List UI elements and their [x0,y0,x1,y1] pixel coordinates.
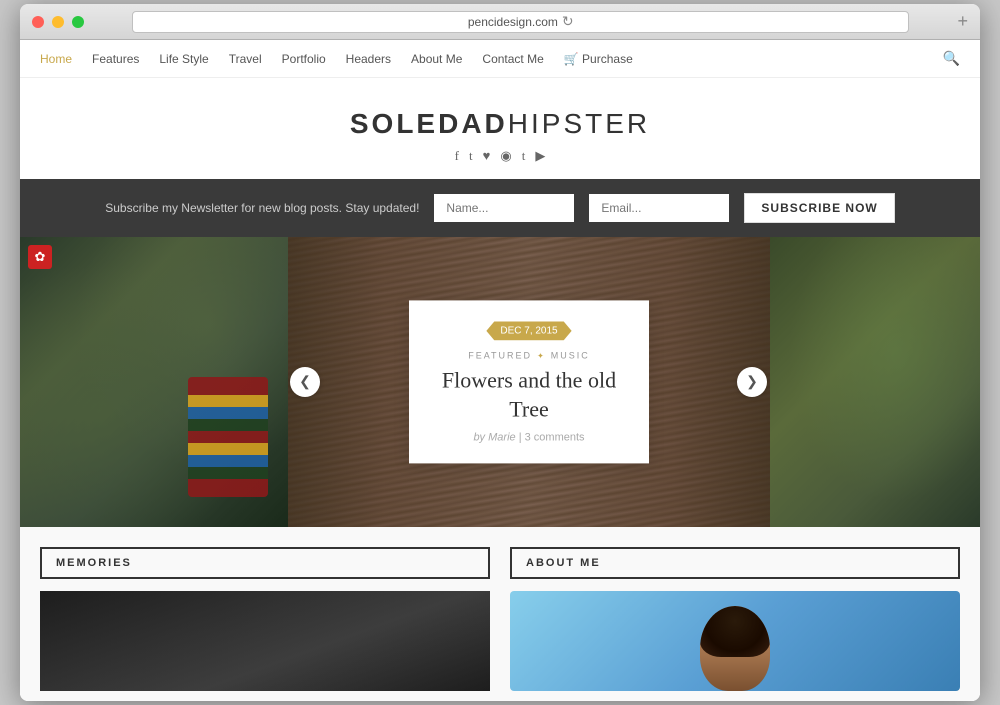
memories-column: MEMORIES [40,547,500,691]
newsletter-email-input[interactable] [589,194,729,222]
post-meta: by Marie | 3 comments [439,432,619,444]
search-icon[interactable]: 🔍 [943,50,960,67]
social-icons-bar: f t ♥ ◉ t ▶ [40,148,960,164]
logo-part2: HIPSTER [508,108,650,139]
refresh-icon[interactable]: ↻ [562,13,574,30]
close-button[interactable] [32,16,44,28]
post-title[interactable]: Flowers and the old Tree [439,366,619,423]
logo-part1: SOLEDAD [350,108,508,139]
slider-prev-button[interactable]: ❮ [290,367,320,397]
hero-slider: ✿ DEC 7, 2015 FEATURED ✦ MUSIC F [20,237,980,527]
social-tumblr-icon[interactable]: t [522,148,526,164]
minimize-button[interactable] [52,16,64,28]
nav-home[interactable]: Home [40,52,72,66]
post-date-badge: DEC 7, 2015 [486,321,571,340]
slide-panel-left [20,237,288,527]
url-text: pencidesign.com [468,15,558,29]
category-featured[interactable]: FEATURED [468,350,532,360]
bottom-section: MEMORIES ABOUT ME [20,527,980,701]
nav-purchase[interactable]: 🛒 Purchase [564,52,633,66]
gear-icon[interactable]: ✿ [28,245,52,269]
newsletter-name-input[interactable] [434,194,574,222]
newsletter-subscribe-button[interactable]: SUBSCRIBE NOW [744,193,894,223]
nav-lifestyle[interactable]: Life Style [159,52,208,66]
site-header: SOLEDADHIPSTER f t ♥ ◉ t ▶ [20,78,980,179]
newsletter-text: Subscribe my Newsletter for new blog pos… [105,201,419,215]
category-music[interactable]: MUSIC [551,350,590,360]
nav-portfolio[interactable]: Portfolio [282,52,326,66]
about-person [700,606,770,691]
new-tab-button[interactable]: + [957,11,968,32]
about-me-section-header: ABOUT ME [510,547,960,579]
social-facebook-icon[interactable]: f [455,148,459,164]
social-instagram-icon[interactable]: ♥ [483,148,491,164]
nav-features[interactable]: Features [92,52,139,66]
social-twitter-icon[interactable]: t [469,148,473,164]
memories-image [40,591,490,691]
slider-card[interactable]: DEC 7, 2015 FEATURED ✦ MUSIC Flowers and… [409,300,649,463]
newsletter-bar: Subscribe my Newsletter for new blog pos… [20,179,980,237]
post-author[interactable]: Marie [488,432,516,444]
address-bar[interactable]: pencidesign.com ↻ [132,11,909,33]
maximize-button[interactable] [72,16,84,28]
website-content: Home Features Life Style Travel Portfoli… [20,40,980,701]
about-hair [700,606,770,657]
social-youtube-icon[interactable]: ▶ [535,148,545,164]
category-separator: ✦ [537,351,546,360]
nav-contact[interactable]: Contact Me [482,52,543,66]
scarf-decoration [188,377,268,497]
memories-section-header: MEMORIES [40,547,490,579]
by-label: by [473,432,485,444]
nav-travel[interactable]: Travel [229,52,262,66]
post-comments[interactable]: 3 comments [525,432,585,444]
site-navigation: Home Features Life Style Travel Portfoli… [20,40,980,78]
slide-panel-center: DEC 7, 2015 FEATURED ✦ MUSIC Flowers and… [288,237,770,527]
about-me-image [510,591,960,691]
site-logo: SOLEDADHIPSTER [40,108,960,140]
slide-background-right [770,237,980,527]
nav-headers[interactable]: Headers [346,52,391,66]
slider-next-button[interactable]: ❯ [737,367,767,397]
post-categories: FEATURED ✦ MUSIC [439,350,619,360]
about-me-column: ABOUT ME [500,547,960,691]
browser-window: pencidesign.com ↻ + Home Features Life S… [20,4,980,701]
meta-separator: | [519,432,522,444]
social-pinterest-icon[interactable]: ◉ [500,148,511,164]
nav-about[interactable]: About Me [411,52,462,66]
slide-panel-right [770,237,980,527]
browser-titlebar: pencidesign.com ↻ + [20,4,980,40]
